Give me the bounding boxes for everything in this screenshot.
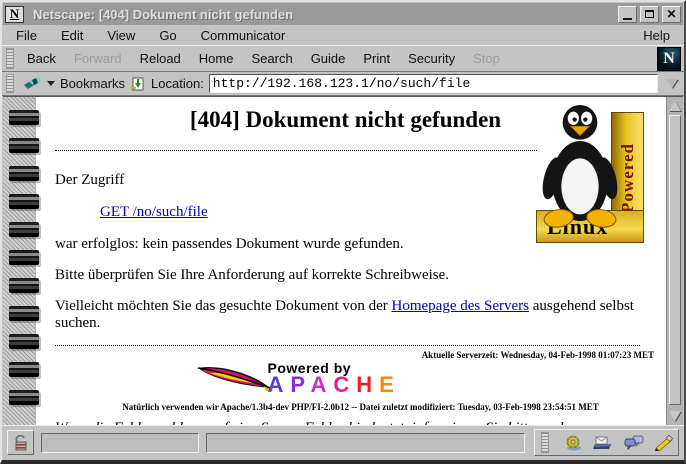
netscape-window-icon: N [5, 6, 24, 23]
apache-letter: E [379, 372, 401, 397]
scroll-up-icon[interactable] [669, 101, 681, 111]
location-drag-icon[interactable] [130, 76, 146, 92]
security-lock-button[interactable] [7, 430, 34, 455]
binding-ring-icon [9, 250, 39, 265]
netscape-logo[interactable]: N [657, 47, 681, 71]
forward-button: Forward [65, 47, 131, 70]
tux-penguin-icon [540, 101, 620, 229]
badge-powered-label: Powered [618, 143, 638, 213]
server-time: Aktuelle Serverzeit: Wednesday, 04-Feb-1… [55, 350, 654, 360]
apache-letter: P [290, 372, 310, 397]
bookmarks-label[interactable]: Bookmarks [60, 76, 125, 91]
server-info: Natürlich verwenden wir Apache/1.3b4-dev… [55, 402, 666, 412]
close-icon: ✕ [666, 8, 676, 20]
url-input[interactable] [209, 74, 658, 93]
error-page: [404] Dokument nicht gefunden Der Zugrif… [37, 97, 666, 425]
menu-view[interactable]: View [107, 28, 135, 43]
advice-text: Bitte überprüfen Sie Ihre Anforderung au… [55, 267, 666, 284]
binding-ring-icon [9, 306, 39, 321]
maximize-button[interactable] [640, 6, 659, 23]
minimize-button[interactable] [618, 6, 637, 23]
apache-wordmark: APACHE [268, 374, 401, 396]
footer-note: Wenn die Fehlermeldung auf eine Server-F… [55, 418, 666, 425]
menu-go[interactable]: Go [159, 28, 176, 43]
chevron-down-icon [666, 79, 678, 88]
menu-bar: File Edit View Go Communicator Help [2, 26, 684, 45]
bookmarks-dropdown-icon[interactable] [47, 81, 55, 86]
apache-logo: Powered by APACHE [196, 360, 526, 398]
back-button[interactable]: Back [18, 47, 65, 70]
component-bar [534, 429, 679, 456]
title-bar: N Netscape: [404] Dokument nicht gefunde… [3, 3, 683, 25]
security-button[interactable]: Security [399, 47, 464, 70]
linux-powered-badge: Powered Linux [536, 107, 644, 243]
menu-help[interactable]: Help [643, 28, 670, 43]
homepage-link[interactable]: Homepage des Servers [392, 298, 529, 314]
location-label: Location: [151, 76, 204, 91]
status-message-field [206, 433, 525, 453]
minimize-icon [623, 18, 632, 20]
home-button[interactable]: Home [190, 47, 243, 70]
stop-button: Stop [464, 47, 509, 70]
mailbox-icon[interactable] [593, 435, 613, 451]
suggest-text: Vielleicht möchten Sie das gesuchte Doku… [55, 298, 666, 332]
reload-button[interactable]: Reload [131, 47, 190, 70]
discussions-icon[interactable] [624, 435, 644, 451]
bookmarks-icon[interactable] [23, 76, 43, 92]
status-bar [2, 425, 684, 459]
location-bar: Bookmarks Location: [2, 72, 684, 96]
url-history-dropdown[interactable] [663, 74, 680, 94]
apache-letter: H [356, 372, 379, 397]
open-lock-icon [13, 435, 29, 451]
close-button[interactable]: ✕ [662, 6, 681, 23]
binding-ring-icon [9, 334, 39, 349]
toolbar-grip-handle[interactable] [6, 48, 14, 69]
footer-line1: Wenn die Fehlermeldung auf eine Server-F… [55, 420, 567, 425]
apache-letter: A [268, 372, 291, 397]
apache-letter: C [333, 372, 356, 397]
divider [55, 150, 537, 151]
binding-ring-icon [9, 362, 39, 377]
status-field [41, 433, 199, 453]
divider [55, 345, 640, 346]
vertical-scrollbar[interactable] [666, 97, 683, 425]
apache-feather-icon [196, 362, 274, 396]
guide-button[interactable]: Guide [302, 47, 355, 70]
request-link[interactable]: GET /no/such/file [100, 204, 208, 220]
menu-edit[interactable]: Edit [61, 28, 83, 43]
binding-ring-icon [9, 278, 39, 293]
binding-ring-icon [9, 222, 39, 237]
search-button[interactable]: Search [242, 47, 301, 70]
suggest-pre: Vielleicht möchten Sie das gesuchte Doku… [55, 298, 392, 314]
binding-ring-icon [9, 138, 39, 153]
maximize-icon [645, 10, 654, 18]
print-button[interactable]: Print [354, 47, 399, 70]
scroll-down-icon[interactable] [669, 411, 681, 421]
netscape-window: N Netscape: [404] Dokument nicht gefunde… [0, 0, 686, 464]
composer-icon[interactable] [655, 435, 673, 451]
binding-ring-icon [9, 390, 39, 405]
navigation-toolbar: Back Forward Reload Home Search Guide Pr… [2, 45, 684, 72]
browser-viewport: [404] Dokument nicht gefunden Der Zugrif… [3, 96, 683, 425]
locationbar-grip-handle[interactable] [6, 74, 14, 93]
binding-ring-icon [9, 166, 39, 181]
menu-communicator[interactable]: Communicator [201, 28, 286, 43]
binding-ring-icon [9, 110, 39, 125]
menu-file[interactable]: File [16, 28, 37, 43]
navigator-wheel-icon[interactable] [564, 434, 582, 452]
spiral-binding [3, 97, 36, 425]
apache-letter: A [310, 372, 333, 397]
binding-ring-icon [9, 194, 39, 209]
componentbar-grip-handle[interactable] [541, 432, 549, 453]
window-title: Netscape: [404] Dokument nicht gefunden [33, 7, 615, 22]
scrollbar-thumb[interactable] [669, 115, 681, 405]
